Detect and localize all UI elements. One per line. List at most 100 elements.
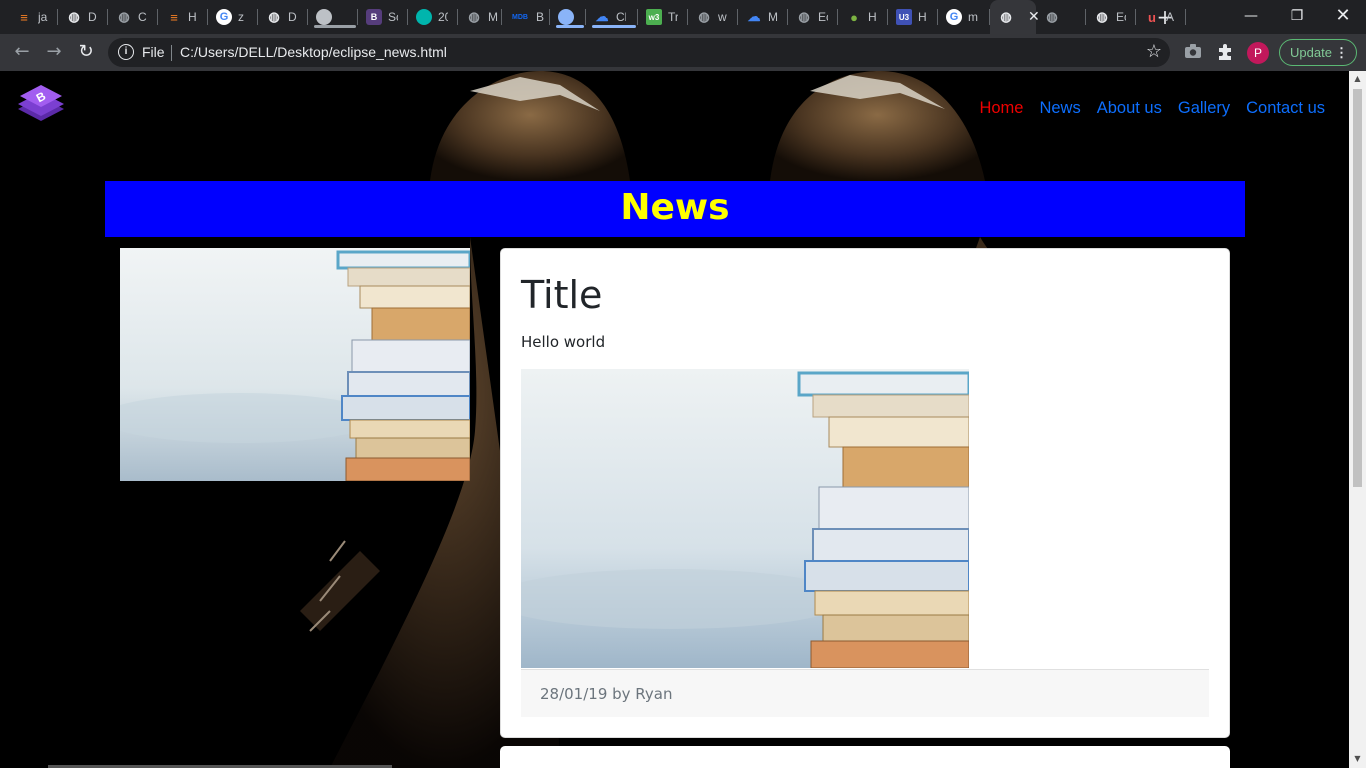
- google-icon: G: [216, 9, 232, 25]
- forward-button[interactable]: →: [42, 40, 66, 64]
- browser-tab[interactable]: ◍M✕: [990, 0, 1040, 34]
- tab-title: Ec: [1116, 10, 1126, 24]
- tab-title: D: [288, 10, 297, 24]
- browser-tab[interactable]: ◍ Ec: [1086, 6, 1136, 28]
- cloud-icon: ☁: [747, 9, 761, 24]
- browser-tab[interactable]: ◍ Ec: [788, 6, 838, 28]
- stackoverflow-icon: ≡: [20, 9, 28, 25]
- browser-tab[interactable]: [308, 6, 358, 28]
- news-banner: News: [105, 181, 1245, 237]
- google-icon: G: [946, 9, 962, 25]
- tab-strip: + — ❐ ✕ ≡ja◍D◍C≡HGz◍DBSc20◍MMDBB☁Clw3Tr◍…: [0, 0, 1366, 34]
- reload-button[interactable]: ↻: [74, 40, 98, 64]
- extensions-icon[interactable]: [1215, 43, 1235, 63]
- browser-tab[interactable]: [550, 6, 586, 28]
- mdb-icon: MDB: [512, 13, 528, 21]
- browser-tab[interactable]: ◍ w: [688, 6, 738, 28]
- tab-title: ja: [38, 10, 48, 24]
- globe-icon: ◍: [698, 9, 710, 24]
- profile-avatar[interactable]: P: [1247, 42, 1269, 64]
- browser-tab[interactable]: Gm: [938, 6, 990, 28]
- news-card: Title Hello world 28/01/19 by Ryan: [500, 248, 1230, 738]
- globe-icon: ◍: [1000, 9, 1012, 24]
- books-thumbnail-image[interactable]: [120, 248, 470, 481]
- browser-tab[interactable]: ◍: [1036, 6, 1086, 28]
- card-title: Title: [521, 273, 603, 317]
- chat-icon: [416, 9, 432, 25]
- circle-icon: [558, 9, 574, 25]
- book-stack: [336, 250, 470, 481]
- browser-tab[interactable]: U3 H: [888, 6, 938, 28]
- browser-tab[interactable]: ≡ H: [158, 6, 208, 28]
- globe-icon: ◍: [268, 9, 280, 24]
- vertical-scrollbar[interactable]: ▲ ▼: [1349, 71, 1366, 768]
- url-scheme-label: File: [142, 44, 165, 60]
- globe-icon: ◍: [798, 9, 810, 24]
- browser-tab[interactable]: 20: [408, 6, 458, 28]
- tab-group-underline: [314, 25, 356, 28]
- bookmark-star-icon[interactable]: ☆: [1146, 41, 1162, 62]
- browser-toolbar: ← → ↻ i File C:/Users/DELL/Desktop/eclip…: [0, 34, 1366, 71]
- browser-tab[interactable]: ◍ C: [108, 6, 158, 28]
- close-window-button[interactable]: ✕: [1320, 0, 1366, 32]
- nav-link-news[interactable]: News: [1039, 99, 1080, 118]
- browser-tab[interactable]: ◍ M: [458, 6, 502, 28]
- tab-title: z: [238, 10, 244, 24]
- cloud-icon: ☁: [595, 9, 609, 24]
- card-books-image: [521, 369, 969, 668]
- restore-button[interactable]: ❐: [1274, 0, 1320, 32]
- back-button[interactable]: ←: [10, 40, 34, 64]
- minimize-button[interactable]: —: [1228, 0, 1274, 32]
- tab-title: 20: [438, 10, 448, 24]
- browser-tab[interactable]: w3 Tr: [638, 6, 688, 28]
- banner-title: News: [620, 187, 730, 228]
- camera-icon[interactable]: [1183, 43, 1203, 63]
- globe-icon: ◍: [1096, 9, 1108, 24]
- scrollbar-thumb[interactable]: [1353, 89, 1362, 487]
- globe-icon: ◍: [68, 9, 80, 24]
- site-info-icon[interactable]: i: [118, 44, 134, 60]
- circle-icon: [316, 9, 332, 25]
- browser-tab[interactable]: ◍ D: [58, 6, 108, 28]
- browser-tab[interactable]: MDB B: [502, 6, 550, 28]
- w3schools-icon: w3: [646, 9, 662, 25]
- browser-tab[interactable]: Gz: [208, 6, 258, 28]
- menu-kebab-icon[interactable]: ⋮: [1335, 40, 1348, 65]
- tab-title: H: [918, 10, 927, 24]
- nav-link-contact-us[interactable]: Contact us: [1246, 99, 1325, 118]
- scroll-down-arrow-icon[interactable]: ▼: [1353, 754, 1362, 764]
- u3-icon: U3: [896, 9, 912, 25]
- browser-tab[interactable]: ☁ M: [738, 6, 788, 28]
- update-button[interactable]: Update ⋮: [1279, 39, 1357, 66]
- tab-title: m: [968, 10, 978, 24]
- main-nav: Home News About us Gallery Contact us: [979, 99, 1325, 118]
- stackoverflow-icon: ≡: [170, 9, 178, 25]
- tab-title: M: [768, 10, 778, 24]
- nav-link-gallery[interactable]: Gallery: [1178, 99, 1230, 118]
- tab-title: w: [718, 10, 727, 24]
- browser-tab[interactable]: ● H: [838, 6, 888, 28]
- tab-title: H: [868, 10, 877, 24]
- card-footer: 28/01/19 by Ryan: [521, 669, 1209, 717]
- browser-tab[interactable]: ◍ D: [258, 6, 308, 28]
- card-text: Hello world: [521, 333, 606, 351]
- nav-link-about-us[interactable]: About us: [1097, 99, 1162, 118]
- tab-title: Tr: [668, 10, 678, 24]
- scroll-up-arrow-icon[interactable]: ▲: [1353, 74, 1362, 84]
- browser-tab[interactable]: ☁ Cl: [586, 6, 638, 28]
- url-text[interactable]: C:/Users/DELL/Desktop/eclipse_news.html: [180, 44, 447, 60]
- nav-link-home[interactable]: Home: [979, 99, 1023, 118]
- address-bar[interactable]: i File C:/Users/DELL/Desktop/eclipse_new…: [108, 38, 1170, 67]
- udemy-icon: u: [1148, 9, 1156, 25]
- tab-title: C: [138, 10, 147, 24]
- site-logo[interactable]: B: [16, 83, 66, 133]
- browser-tab[interactable]: uA: [1136, 6, 1186, 28]
- browser-tab[interactable]: ≡ ja: [8, 6, 58, 28]
- tab-title: Ec: [818, 10, 828, 24]
- tab-title: B: [536, 10, 545, 24]
- globe-icon: ◍: [1046, 9, 1058, 24]
- tab-title: H: [188, 10, 197, 24]
- update-label: Update: [1290, 45, 1332, 60]
- browser-tab[interactable]: B Sc: [358, 6, 408, 28]
- page-viewport: B Home News About us Gallery Contact us News: [0, 71, 1349, 768]
